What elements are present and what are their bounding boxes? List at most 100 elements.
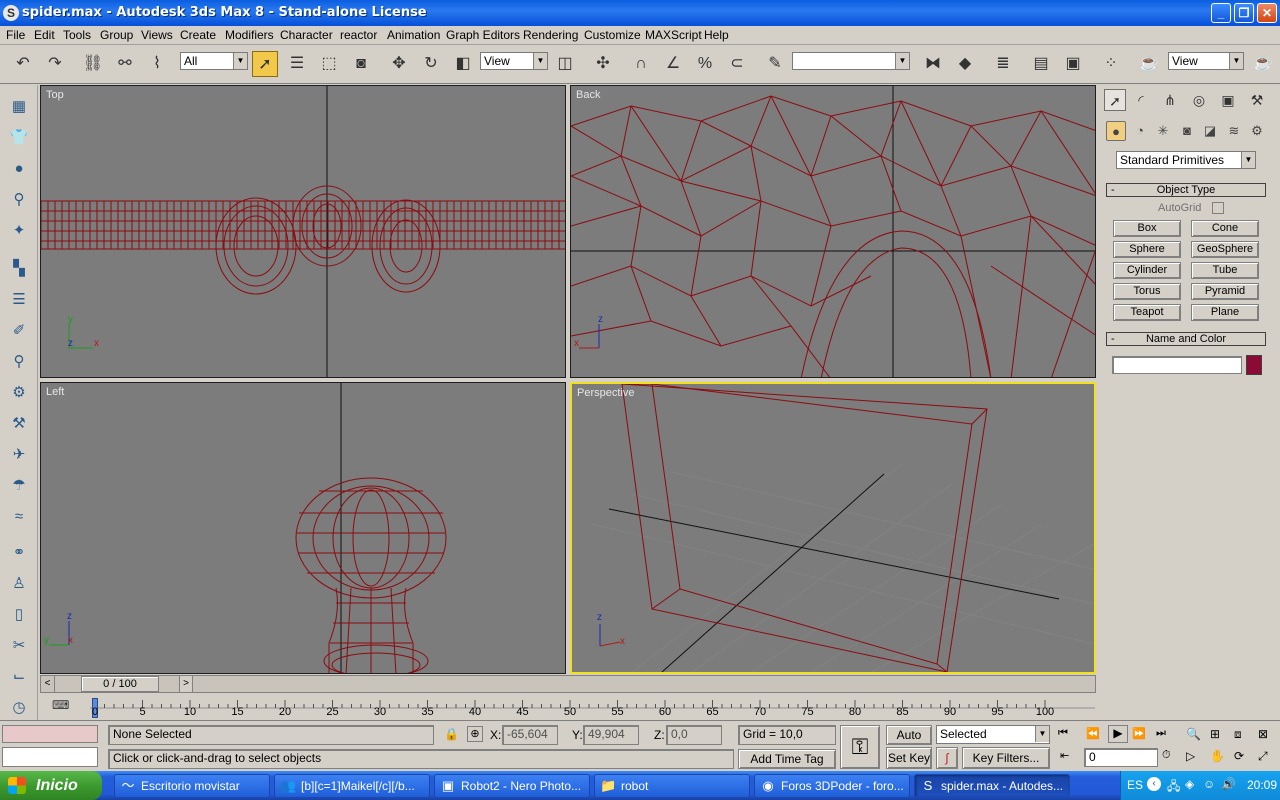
select-and-link-icon[interactable]: ⛓ [80, 51, 106, 77]
menu-group[interactable]: Group [100, 28, 133, 42]
lock-icon[interactable]: 🔒 [444, 727, 459, 741]
rectangular-selection-icon[interactable]: ⬚ [316, 51, 342, 77]
hair-icon[interactable]: ✂ [7, 634, 31, 658]
antivirus-icon[interactable]: ◈ [1185, 777, 1194, 791]
task-nero-photo[interactable]: ▣ Robot2 - Nero Photo... [434, 774, 590, 798]
hierarchy-tab-icon[interactable]: ⋔ [1159, 89, 1181, 111]
select-and-move-icon[interactable]: ✥ [386, 51, 412, 77]
viewport-perspective[interactable]: Perspective z x [570, 382, 1096, 674]
autogrid-checkbox[interactable] [1212, 202, 1224, 214]
network-icon[interactable]: 🖧 [1167, 777, 1180, 798]
previous-frame-icon[interactable]: < [41, 676, 55, 692]
key-icon[interactable]: ⚿ [840, 725, 880, 769]
y-coordinate-field[interactable]: 49,904 [583, 725, 639, 745]
star-icon[interactable]: ✦ [7, 219, 31, 243]
menu-create[interactable]: Create [180, 28, 216, 42]
start-button[interactable]: w Inicio [0, 771, 102, 800]
category-dropdown[interactable]: Standard Primitives ▼ [1116, 151, 1256, 169]
redo-icon[interactable]: ↷ [42, 51, 68, 77]
task-escritorio-movistar[interactable]: 〜 Escritorio movistar [114, 774, 270, 798]
time-slider[interactable]: < 0 / 100 > [40, 675, 1096, 693]
set-key-button[interactable]: Set Key [886, 747, 932, 769]
key-mode-dropdown[interactable]: Selected ▼ [936, 725, 1050, 744]
previous-key-icon[interactable]: ⏪ [1086, 727, 1106, 743]
brush-icon[interactable]: ✐ [7, 319, 31, 343]
time-slider-thumb[interactable]: 0 / 100 [81, 676, 159, 692]
bind-space-warp-icon[interactable]: ⌇ [144, 51, 170, 77]
task-messenger[interactable]: 👥 [b][c=1]Maikel[/c][/b... [274, 774, 430, 798]
sphere-icon[interactable]: ● [7, 157, 31, 181]
task-firefox[interactable]: ◉ Foros 3DPoder - foro... [754, 774, 910, 798]
percent-snap-icon[interactable]: % [692, 51, 718, 77]
teapot-button[interactable]: Teapot [1113, 304, 1181, 321]
viewport-label[interactable]: Perspective [577, 387, 634, 399]
play-icon[interactable]: ▶ [1108, 725, 1128, 743]
curve-editor-icon[interactable]: ▤ [1028, 51, 1054, 77]
layer-manager-icon[interactable]: ≣ [990, 51, 1016, 77]
object-type-rollout[interactable]: - Object Type [1106, 183, 1266, 197]
curve-editor-mini-icon[interactable]: ⌨ [52, 698, 69, 714]
pivot-center-icon[interactable]: ◫ [552, 51, 578, 77]
viewport-top[interactable]: Top y z x [40, 85, 566, 378]
arc-rotate-icon[interactable]: ⟳ [1234, 749, 1250, 765]
viewport-label[interactable]: Back [576, 89, 600, 101]
geosphere-button[interactable]: GeoSphere [1191, 241, 1259, 258]
stack-icon[interactable]: ☰ [7, 288, 31, 312]
systems-icon[interactable]: ⚙ [1247, 121, 1267, 141]
maxscript-listener-white[interactable] [2, 747, 98, 767]
cloth-icon[interactable]: ▯ [7, 603, 31, 627]
cameras-icon[interactable]: ◙ [1177, 121, 1197, 141]
lights-icon[interactable]: ✳ [1153, 121, 1173, 141]
language-indicator[interactable]: ES [1127, 778, 1143, 792]
tool-icon[interactable]: ⚒ [7, 412, 31, 436]
next-frame-icon[interactable]: > [179, 676, 193, 692]
maximize-viewport-icon[interactable]: ⤢ [1258, 749, 1274, 765]
track-bar[interactable]: ⌨ 0 5 10 15 20 25 30 35 40 45 50 55 60 65 70 75 80 85 90 95… [40, 694, 1100, 720]
add-time-tag-button[interactable]: Add Time Tag [738, 749, 836, 769]
select-and-rotate-icon[interactable]: ↻ [418, 51, 444, 77]
messenger-tray-icon[interactable]: ☺ [1203, 777, 1215, 791]
task-3ds-max[interactable]: Sspider.max - Autodes... [914, 774, 1070, 798]
task-robot-folder[interactable]: 📁 robot [594, 774, 750, 798]
menu-maxscript[interactable]: MAXScript [645, 28, 702, 42]
close-button[interactable]: ✕ [1257, 3, 1277, 23]
sphere-button[interactable]: Sphere [1113, 241, 1181, 258]
menu-character[interactable]: Character [280, 28, 333, 42]
z-coordinate-field[interactable]: 0,0 [666, 725, 722, 745]
helpers-icon[interactable]: ◪ [1200, 121, 1220, 141]
cone-button[interactable]: Cone [1191, 220, 1259, 237]
knot-icon[interactable]: ⚭ [7, 541, 31, 565]
window-crossing-icon[interactable]: ◙ [348, 51, 374, 77]
zoom-icon[interactable]: 🔍 [1186, 727, 1202, 743]
wave-icon[interactable]: ≈ [7, 505, 31, 529]
shapes-icon[interactable]: ◔ [1130, 121, 1150, 141]
schematic-view-icon[interactable]: ▣ [1060, 51, 1086, 77]
time-config-icon[interactable]: ⏱ [1162, 749, 1178, 765]
angle-snap-icon[interactable]: ∠ [660, 51, 686, 77]
volume-icon[interactable]: 🔊 [1221, 777, 1236, 791]
gear-icon[interactable]: ⚙ [7, 381, 31, 405]
align-icon[interactable]: ◆ [952, 51, 978, 77]
selection-filter-dropdown[interactable]: All ▼ [180, 52, 248, 70]
auto-key-button[interactable]: Auto Key [886, 725, 932, 760]
go-to-end-icon[interactable]: ⏭ [1156, 727, 1176, 743]
boot-icon[interactable]: ⌙ [7, 665, 31, 689]
viewport-label[interactable]: Left [46, 386, 64, 398]
create-tab-icon[interactable]: ➚ [1104, 89, 1126, 111]
modify-tab-icon[interactable]: ◜ [1130, 89, 1152, 111]
menu-help[interactable]: Help [704, 28, 729, 42]
key-mode-toggle-icon[interactable]: ⇤ [1060, 749, 1080, 765]
quick-render-icon[interactable]: ☕ [1250, 51, 1276, 77]
checker-icon[interactable]: ▚ [7, 257, 31, 281]
create-object-icon[interactable]: ▦ [7, 95, 31, 119]
spinner-snap-icon[interactable]: ⊂ [724, 51, 750, 77]
manipulate-icon[interactable]: ✣ [590, 51, 616, 77]
go-to-start-icon[interactable]: ⏮ [1058, 727, 1078, 743]
default-tangent-icon[interactable]: ∫ [936, 747, 958, 769]
magnifier-icon[interactable]: ⚲ [7, 350, 31, 374]
timer-icon[interactable]: ◷ [7, 696, 31, 720]
plane-button[interactable]: Plane [1191, 304, 1259, 321]
wrench-icon[interactable]: ✈ [7, 443, 31, 467]
menu-customize[interactable]: Customize [584, 28, 641, 42]
viewport-back[interactable]: Back z x [570, 85, 1096, 378]
